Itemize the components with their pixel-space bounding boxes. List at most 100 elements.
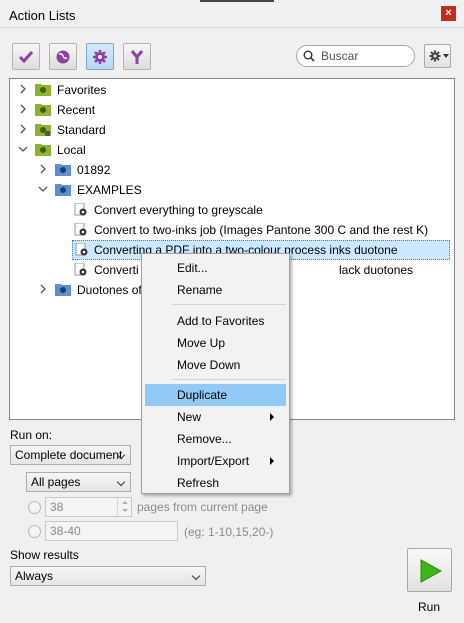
folder-icon	[35, 144, 51, 156]
tree-item-label: Converti	[94, 263, 139, 277]
filter-fork-button[interactable]	[123, 43, 151, 70]
context-menu: Edit... Rename Add to Favorites Move Up …	[141, 253, 290, 494]
tree-item-label: Duotones of	[77, 283, 142, 297]
menu-item-label: Edit...	[177, 261, 208, 275]
show-results-value: Always	[15, 569, 54, 583]
window-title: Action Lists	[9, 8, 76, 23]
menu-item-label: Remove...	[177, 432, 232, 446]
menu-item-label: Duplicate	[177, 388, 228, 402]
action-gear-icon	[74, 263, 87, 276]
chevron-down-icon	[116, 477, 126, 487]
title-bar: Action Lists ×	[0, 0, 464, 28]
tree-item-standard[interactable]: Standard	[10, 120, 450, 140]
menu-item-new[interactable]: New	[145, 406, 286, 428]
chevron-right-icon[interactable]	[18, 84, 28, 94]
chevron-right-icon[interactable]	[18, 124, 28, 134]
submenu-arrow-icon	[270, 413, 274, 421]
menu-separator	[172, 379, 286, 380]
menu-separator	[172, 304, 286, 305]
current-page-suffix: pages from current page	[137, 500, 268, 514]
menu-item-edit[interactable]: Edit...	[145, 257, 286, 279]
current-page-count-input[interactable]: 38	[45, 497, 132, 517]
show-results-label: Show results	[10, 548, 79, 562]
run-on-document-value: Complete document	[15, 448, 123, 462]
show-results-select[interactable]: Always	[10, 566, 206, 586]
run-button[interactable]	[407, 548, 452, 592]
action-gear-icon	[75, 243, 88, 256]
tree-item-recent[interactable]: Recent	[10, 100, 450, 120]
menu-item-duplicate[interactable]: Duplicate	[145, 384, 286, 406]
play-icon	[420, 559, 443, 583]
settings-menu-button[interactable]	[424, 44, 451, 68]
search-box[interactable]	[296, 45, 415, 67]
search-input[interactable]	[319, 48, 409, 64]
action-gear-icon	[74, 223, 87, 236]
filter-checked-button[interactable]	[12, 43, 40, 70]
tree-item-label: Standard	[57, 123, 106, 137]
current-page-radio[interactable]	[28, 501, 41, 514]
gear-icon	[429, 50, 441, 62]
run-on-label: Run on:	[10, 428, 53, 442]
checkmark-icon	[18, 50, 34, 63]
tree-item-label: Recent	[57, 103, 96, 117]
menu-item-label: Move Up	[177, 336, 226, 350]
menu-item-move-down[interactable]: Move Down	[145, 354, 286, 376]
menu-item-remove[interactable]: Remove...	[145, 428, 286, 450]
tree-item-label-tail: lack duotones	[339, 263, 414, 277]
tree-item-label: EXAMPLES	[77, 183, 142, 197]
run-on-document-select[interactable]: Complete document	[10, 445, 131, 465]
menu-item-refresh[interactable]: Refresh	[145, 472, 286, 494]
pages-value: All pages	[31, 475, 81, 489]
chevron-down-icon	[191, 571, 201, 581]
tree-item-favorites[interactable]: Favorites	[10, 80, 450, 100]
folder-locked-icon	[35, 124, 51, 136]
filter-local-button[interactable]	[86, 43, 114, 70]
range-radio[interactable]	[28, 525, 41, 538]
menu-item-import-export[interactable]: Import/Export	[145, 450, 286, 472]
tree-item-label: Convert everything to greyscale	[94, 203, 263, 217]
tree-item-action[interactable]: Convert everything to greyscale	[72, 200, 450, 220]
submenu-arrow-icon	[270, 457, 274, 465]
search-icon	[303, 50, 315, 62]
menu-item-add-to-favorites[interactable]: Add to Favorites	[145, 310, 286, 332]
menu-item-move-up[interactable]: Move Up	[145, 332, 286, 354]
fork-icon	[130, 49, 144, 64]
close-button[interactable]: ×	[441, 6, 456, 21]
pages-select[interactable]: All pages	[26, 472, 131, 492]
chevron-down-icon[interactable]	[18, 144, 28, 154]
filter-global-button[interactable]	[49, 43, 77, 70]
tree-item-local[interactable]: Local	[10, 140, 450, 160]
folder-icon	[35, 104, 51, 116]
menu-item-label: Refresh	[177, 476, 220, 490]
tree-item-01892[interactable]: 01892	[10, 160, 450, 180]
tree-item-label: 01892	[77, 163, 111, 177]
tree-item-label: Local	[57, 143, 86, 157]
menu-item-rename[interactable]: Rename	[145, 279, 286, 301]
gear-icon	[93, 49, 107, 64]
spinner-icon[interactable]	[117, 498, 131, 516]
folder-icon	[55, 284, 71, 296]
action-gear-icon	[74, 203, 87, 216]
chevron-right-icon[interactable]	[18, 104, 28, 114]
range-input[interactable]: 38-40	[45, 521, 178, 541]
menu-item-label: Rename	[177, 283, 223, 297]
menu-item-label: Move Down	[177, 358, 241, 372]
chevron-right-icon[interactable]	[38, 164, 48, 174]
tree-item-action[interactable]: Convert to two-inks job (Images Pantone …	[72, 220, 450, 240]
range-hint: (eg: 1-10,15,20-)	[184, 525, 274, 539]
globe-icon	[56, 50, 70, 63]
menu-item-label: New	[177, 410, 202, 424]
tree-item-label: Convert to two-inks job (Images Pantone …	[94, 223, 429, 237]
chevron-right-icon[interactable]	[38, 284, 48, 294]
title-accent	[200, 0, 274, 2]
folder-icon	[35, 84, 51, 96]
current-page-count-value: 38	[50, 500, 64, 514]
menu-item-label: Import/Export	[177, 454, 250, 468]
chevron-down-icon[interactable]	[38, 184, 48, 194]
range-value: 38-40	[50, 524, 81, 538]
menu-item-label: Add to Favorites	[177, 314, 265, 328]
tree-item-examples[interactable]: EXAMPLES	[10, 180, 450, 200]
run-label: Run	[418, 600, 441, 614]
chevron-down-icon	[443, 54, 449, 58]
folder-icon	[55, 184, 71, 196]
